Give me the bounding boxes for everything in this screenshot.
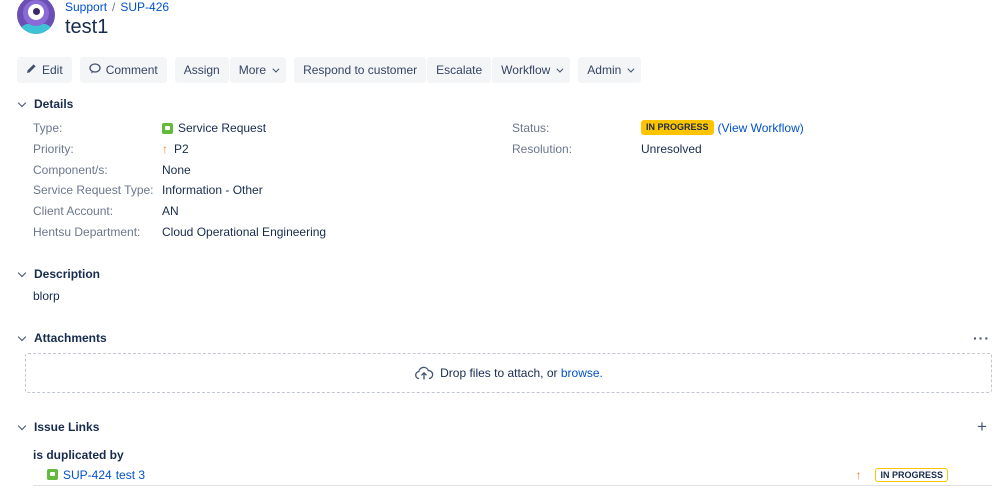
- chevron-down-icon: [556, 65, 564, 73]
- details-heading: Details: [34, 97, 74, 111]
- priority-value-text: P2: [174, 142, 189, 156]
- assign-button[interactable]: Assign: [174, 57, 229, 83]
- pencil-icon: [26, 63, 37, 77]
- status-badge: IN PROGRESS: [641, 120, 714, 135]
- issue-links-heading: Issue Links: [34, 420, 100, 434]
- status-badge: IN PROGRESS: [875, 468, 948, 482]
- respond-button-label: Respond to customer: [303, 63, 418, 77]
- service-request-type-label: Service Request Type:: [33, 183, 154, 197]
- resolution-label: Resolution:: [512, 142, 573, 156]
- service-request-icon: [162, 122, 173, 134]
- add-link-icon[interactable]: +: [977, 418, 987, 435]
- linked-issue-summary[interactable]: test 3: [116, 468, 145, 482]
- linked-issue-key[interactable]: SUP-424: [63, 468, 112, 482]
- priority-label: Priority:: [33, 142, 74, 156]
- admin-button[interactable]: Admin: [578, 57, 642, 83]
- link-type-label: is duplicated by: [33, 448, 124, 462]
- edit-button[interactable]: Edit: [17, 57, 72, 83]
- issue-links-section-toggle[interactable]: Issue Links: [17, 420, 99, 434]
- service-request-icon: [47, 469, 58, 480]
- linked-issue-meta: ↑ IN PROGRESS: [855, 468, 948, 482]
- breadcrumb-project[interactable]: Support: [65, 0, 107, 14]
- priority-value: ↑ P2: [162, 142, 189, 156]
- hentsu-department-value: Cloud Operational Engineering: [162, 225, 327, 239]
- client-account-value: AN: [162, 204, 179, 218]
- workflow-button[interactable]: Workflow: [492, 57, 571, 83]
- respond-to-customer-button[interactable]: Respond to customer: [294, 57, 427, 83]
- escalate-button[interactable]: Escalate: [427, 57, 492, 83]
- page-title: test1: [65, 16, 109, 38]
- priority-arrow-up-icon: ↑: [162, 142, 168, 156]
- more-button[interactable]: More: [229, 57, 287, 83]
- chevron-down-icon: [272, 65, 280, 73]
- type-value-text: Service Request: [178, 121, 267, 135]
- cloud-upload-icon: [414, 366, 434, 380]
- chevron-down-icon: [17, 98, 27, 107]
- type-label: Type:: [33, 121, 63, 135]
- chevron-down-icon: [17, 268, 27, 277]
- escalate-button-label: Escalate: [436, 63, 483, 77]
- status-label: Status:: [512, 121, 550, 135]
- breadcrumb-issue-key[interactable]: SUP-426: [120, 0, 169, 14]
- comment-button-label: Comment: [105, 63, 158, 77]
- chevron-down-icon: [17, 421, 27, 430]
- more-options-icon[interactable]: ···: [973, 330, 990, 346]
- description-heading: Description: [34, 267, 101, 281]
- project-avatar[interactable]: [17, 0, 55, 34]
- chevron-down-icon: [17, 332, 27, 341]
- client-account-label: Client Account:: [33, 204, 114, 218]
- description-section-toggle[interactable]: Description: [17, 267, 100, 281]
- attachments-heading: Attachments: [34, 331, 107, 345]
- service-request-type-value: Information - Other: [162, 183, 263, 197]
- type-value: Service Request: [162, 121, 266, 135]
- details-section-toggle[interactable]: Details: [17, 97, 73, 111]
- issue-toolbar: Edit Comment Assign More Respond to cust…: [17, 57, 642, 83]
- drop-files-text: Drop files to attach, or: [440, 366, 558, 380]
- breadcrumb-separator: /: [112, 0, 116, 14]
- priority-arrow-up-icon: ↑: [855, 468, 862, 482]
- comment-button[interactable]: Comment: [79, 57, 167, 83]
- workflow-button-label: Workflow: [501, 63, 551, 77]
- comment-icon: [89, 63, 101, 77]
- assign-button-label: Assign: [183, 63, 220, 77]
- chevron-down-icon: [627, 65, 635, 73]
- component-label: Component/s:: [33, 163, 108, 177]
- resolution-value: Unresolved: [641, 142, 702, 156]
- hentsu-department-label: Hentsu Department:: [33, 225, 141, 239]
- description-text[interactable]: blorp: [33, 289, 60, 303]
- breadcrumb: Support / SUP-426: [65, 0, 169, 14]
- component-value: None: [162, 163, 191, 177]
- browse-link[interactable]: browse.: [561, 366, 603, 380]
- admin-button-label: Admin: [587, 63, 622, 77]
- edit-button-label: Edit: [42, 63, 63, 77]
- list-item[interactable]: SUP-424 test 3 ↑ IN PROGRESS: [33, 464, 992, 486]
- status-value: IN PROGRESS (View Workflow): [641, 120, 804, 135]
- attachment-dropzone[interactable]: Drop files to attach, or browse.: [25, 353, 992, 393]
- more-button-label: More: [238, 63, 267, 77]
- attachments-section-toggle[interactable]: Attachments: [17, 331, 107, 345]
- view-workflow-link[interactable]: (View Workflow): [718, 121, 804, 135]
